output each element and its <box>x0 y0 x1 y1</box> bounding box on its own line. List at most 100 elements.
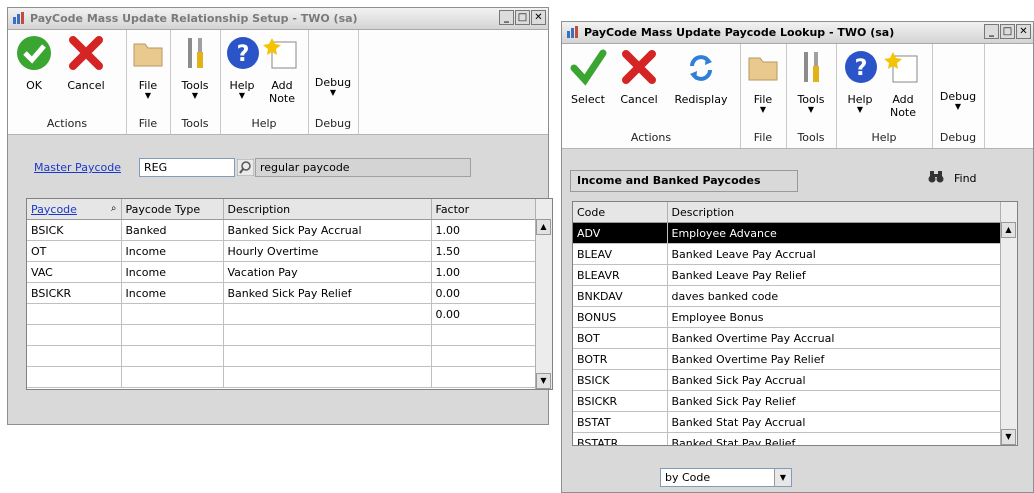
table-cell[interactable] <box>121 324 224 346</box>
select-button[interactable]: Select <box>566 48 610 106</box>
close-button[interactable]: ✕ <box>531 10 546 25</box>
tools-menu-button[interactable]: Tools ▼ <box>175 34 215 100</box>
table-cell[interactable]: Banked Sick Pay Relief <box>223 282 432 304</box>
table-cell[interactable] <box>27 324 122 346</box>
column-header-code[interactable]: Code <box>573 202 668 223</box>
table-cell[interactable]: Vacation Pay <box>223 261 432 283</box>
table-cell[interactable]: Banked Sick Pay Accrual <box>223 219 432 241</box>
maximize-button[interactable]: □ <box>515 10 530 25</box>
table-cell[interactable]: Employee Bonus <box>667 306 1003 328</box>
file-menu-button[interactable]: File ▼ <box>129 34 167 100</box>
redisplay-button[interactable]: Redisplay <box>668 48 734 106</box>
table-cell[interactable]: BOT <box>573 327 668 349</box>
table-cell[interactable]: BONUS <box>573 306 668 328</box>
table-cell[interactable]: BOTR <box>573 348 668 370</box>
table-cell[interactable] <box>223 366 432 388</box>
sort-by-select[interactable]: by Code ▼ <box>660 468 792 487</box>
find-button[interactable]: Find <box>954 172 977 185</box>
table-row[interactable] <box>27 324 536 346</box>
table-cell[interactable]: BSICK <box>27 219 122 241</box>
table-row[interactable]: BSTAT Banked Stat Pay Accrual <box>573 411 1003 433</box>
table-row[interactable]: BSICKR Income Banked Sick Pay Relief 0.00 <box>27 282 536 304</box>
scroll-down-arrow-icon[interactable]: ▼ <box>1001 429 1016 445</box>
chevron-down-icon[interactable]: ▼ <box>774 469 791 486</box>
table-cell[interactable]: BNKDAV <box>573 285 668 307</box>
table-cell[interactable] <box>27 345 122 367</box>
table-cell[interactable]: BSTAT <box>573 411 668 433</box>
table-cell[interactable]: Banked <box>121 219 224 241</box>
table-cell[interactable]: Banked Leave Pay Relief <box>667 264 1003 286</box>
table-row[interactable]: 0.00 <box>27 303 536 325</box>
scroll-up-arrow-icon[interactable]: ▲ <box>536 219 551 235</box>
table-row[interactable]: BOT Banked Overtime Pay Accrual <box>573 327 1003 349</box>
table-cell[interactable]: Income <box>121 282 224 304</box>
table-cell[interactable] <box>223 303 432 325</box>
column-header-paycode[interactable]: Paycode ⌕ <box>27 199 122 220</box>
table-row[interactable]: BSICKR Banked Sick Pay Relief <box>573 390 1003 412</box>
table-cell[interactable]: Employee Advance <box>667 222 1003 244</box>
table-row[interactable]: BSICK Banked Banked Sick Pay Accrual 1.00 <box>27 219 536 241</box>
table-row[interactable]: BLEAV Banked Leave Pay Accrual <box>573 243 1003 265</box>
vertical-scrollbar[interactable]: ▲ ▼ <box>1000 202 1017 445</box>
table-cell[interactable]: BSICKR <box>573 390 668 412</box>
table-cell[interactable]: VAC <box>27 261 122 283</box>
table-cell[interactable]: Banked Stat Pay Relief <box>667 432 1003 445</box>
table-cell[interactable] <box>431 366 536 388</box>
vertical-scrollbar[interactable]: ▲ ▼ <box>535 199 552 389</box>
minimize-button[interactable]: _ <box>984 24 999 39</box>
table-cell[interactable]: BSICKR <box>27 282 122 304</box>
minimize-button[interactable]: _ <box>499 10 514 25</box>
table-row[interactable]: BSTATR Banked Stat Pay Relief <box>573 432 1003 445</box>
table-cell[interactable]: Banked Sick Pay Accrual <box>667 369 1003 391</box>
table-row[interactable]: BSICK Banked Sick Pay Accrual <box>573 369 1003 391</box>
table-row[interactable]: VAC Income Vacation Pay 1.00 <box>27 261 536 283</box>
table-cell[interactable]: 1.00 <box>431 261 536 283</box>
table-cell[interactable] <box>27 303 122 325</box>
table-row[interactable]: BNKDAV daves banked code <box>573 285 1003 307</box>
cancel-button[interactable]: Cancel <box>60 34 112 92</box>
table-cell[interactable]: 1.00 <box>431 219 536 241</box>
table-cell[interactable]: daves banked code <box>667 285 1003 307</box>
scroll-down-arrow-icon[interactable]: ▼ <box>536 373 551 389</box>
table-cell[interactable]: Hourly Overtime <box>223 240 432 262</box>
table-cell[interactable] <box>121 345 224 367</box>
table-row[interactable]: ADV Employee Advance <box>573 222 1003 244</box>
table-cell[interactable]: 0.00 <box>431 303 536 325</box>
table-row[interactable] <box>27 366 536 388</box>
table-cell[interactable]: BSTATR <box>573 432 668 445</box>
table-row[interactable]: OT Income Hourly Overtime 1.50 <box>27 240 536 262</box>
table-cell[interactable]: Income <box>121 261 224 283</box>
paycode-grid[interactable]: Paycode ⌕ Paycode Type Description Facto… <box>26 198 553 390</box>
table-cell[interactable]: BLEAVR <box>573 264 668 286</box>
table-row[interactable]: BLEAVR Banked Leave Pay Relief <box>573 264 1003 286</box>
help-menu-button[interactable]: ? Help ▼ <box>842 48 878 114</box>
debug-menu-button[interactable]: Debug ▼ <box>313 76 353 97</box>
help-menu-button[interactable]: ? Help ▼ <box>224 34 260 100</box>
master-paycode-input[interactable]: REG <box>139 158 235 177</box>
table-cell[interactable] <box>223 324 432 346</box>
binoculars-icon[interactable] <box>928 170 944 184</box>
table-cell[interactable] <box>223 345 432 367</box>
close-button[interactable]: ✕ <box>1016 24 1031 39</box>
table-row[interactable]: BOTR Banked Overtime Pay Relief <box>573 348 1003 370</box>
table-cell[interactable]: Banked Sick Pay Relief <box>667 390 1003 412</box>
ok-button[interactable]: OK <box>14 34 54 92</box>
table-cell[interactable]: Banked Leave Pay Accrual <box>667 243 1003 265</box>
table-row[interactable]: BONUS Employee Bonus <box>573 306 1003 328</box>
debug-menu-button[interactable]: Debug ▼ <box>938 90 978 111</box>
file-menu-button[interactable]: File ▼ <box>744 48 782 114</box>
table-cell[interactable] <box>431 345 536 367</box>
table-cell[interactable]: BLEAV <box>573 243 668 265</box>
table-cell[interactable] <box>431 324 536 346</box>
table-cell[interactable]: Banked Overtime Pay Relief <box>667 348 1003 370</box>
table-row[interactable] <box>27 345 536 367</box>
table-cell[interactable]: 0.00 <box>431 282 536 304</box>
table-cell[interactable] <box>27 366 122 388</box>
column-header-description[interactable]: Description <box>667 202 1003 223</box>
tools-menu-button[interactable]: Tools ▼ <box>791 48 831 114</box>
lookup-icon[interactable]: ⌕ <box>111 203 117 214</box>
scroll-up-arrow-icon[interactable]: ▲ <box>1001 222 1016 238</box>
table-cell[interactable]: BSICK <box>573 369 668 391</box>
table-cell[interactable]: Income <box>121 240 224 262</box>
master-paycode-link[interactable]: Master Paycode <box>34 161 121 174</box>
